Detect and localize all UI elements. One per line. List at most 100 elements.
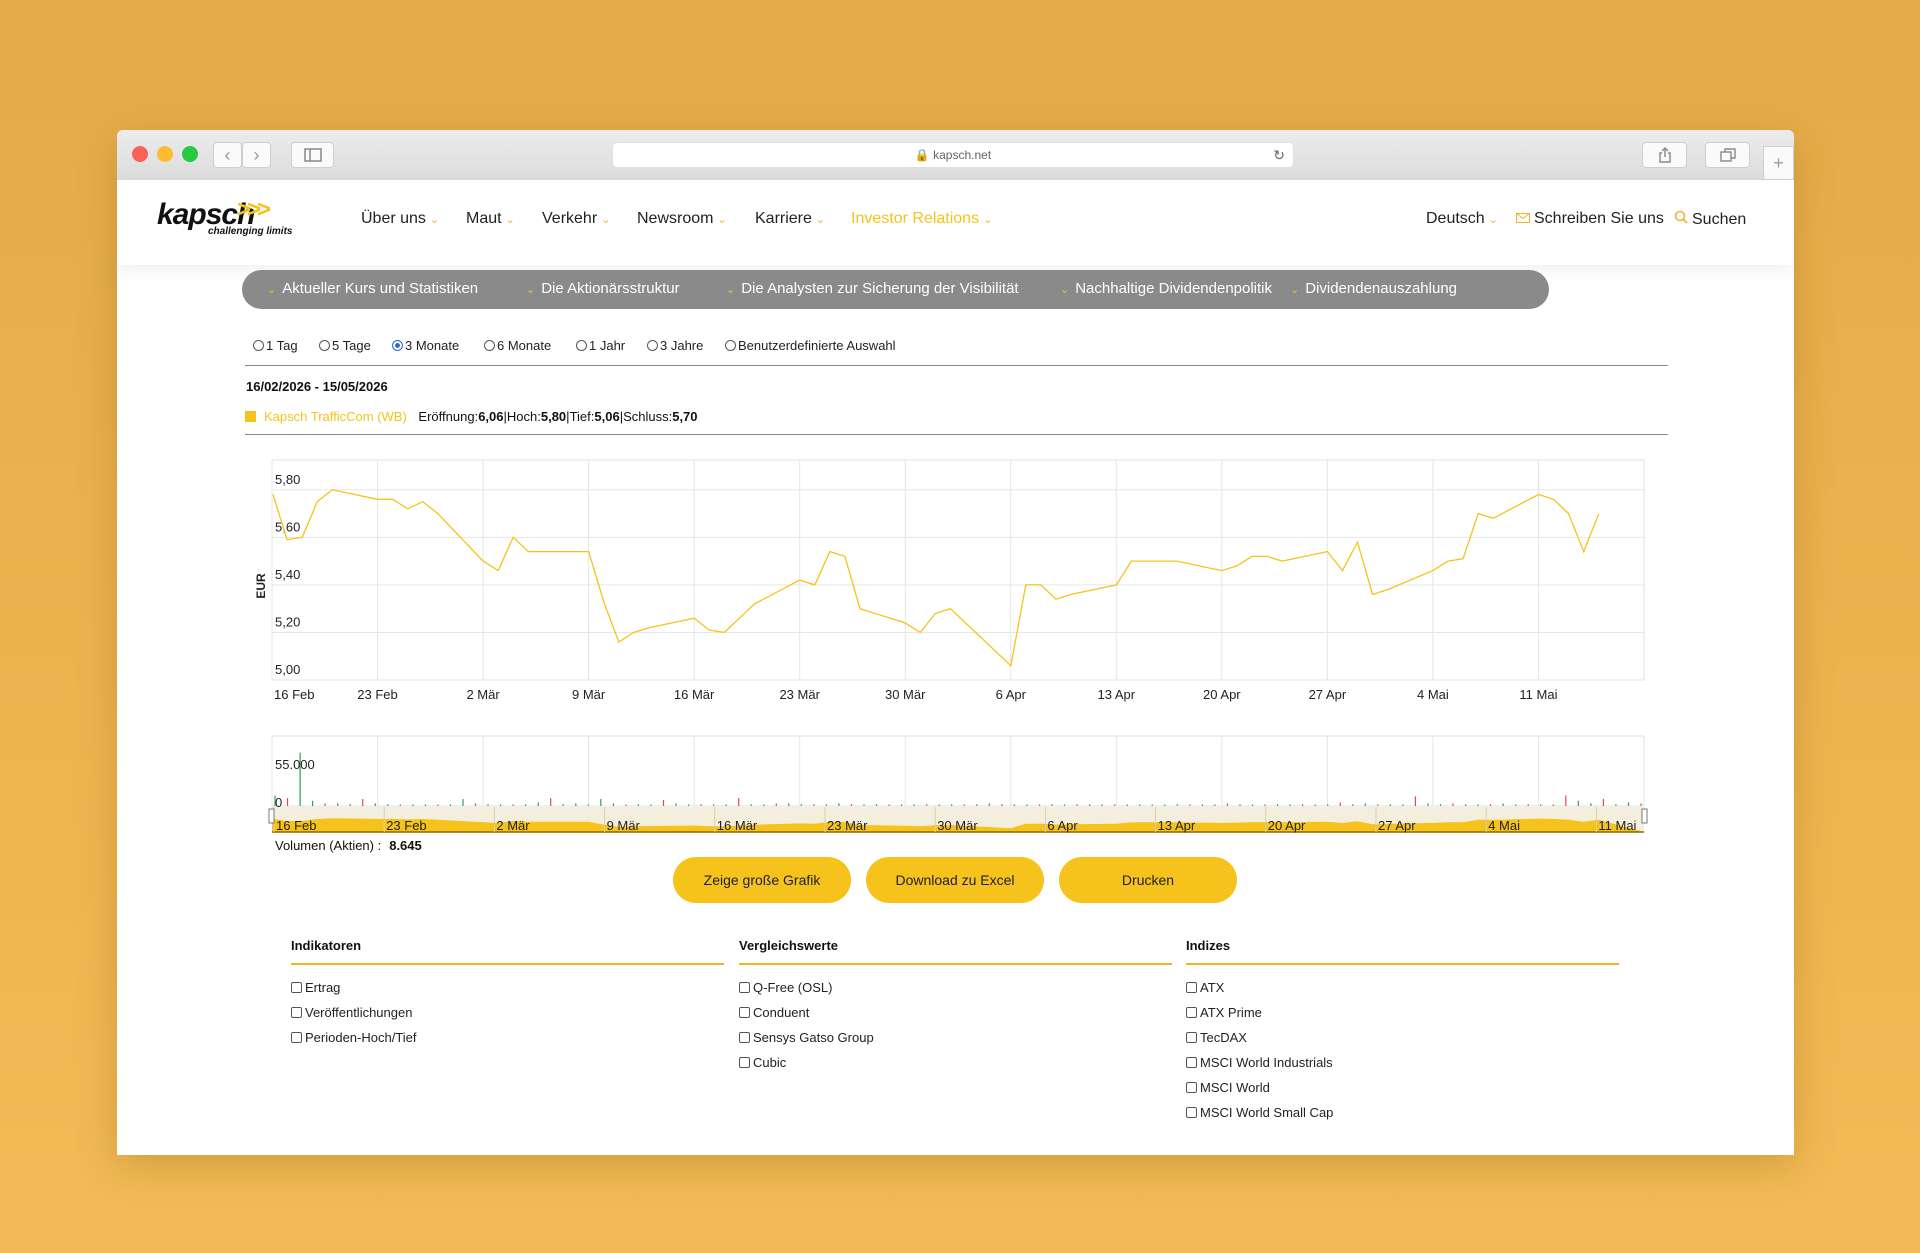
- checkbox[interactable]: [291, 1007, 302, 1019]
- checkbox[interactable]: [291, 1032, 302, 1044]
- option-label: TecDAX: [1200, 1030, 1247, 1045]
- series-color-swatch: [245, 411, 256, 422]
- minimize-window-button[interactable]: [157, 146, 173, 162]
- checkbox[interactable]: [1186, 1057, 1197, 1069]
- range-option-1-tag[interactable]: 1 Tag: [253, 338, 298, 353]
- chevron-down-icon: ⌄: [601, 214, 611, 226]
- option-perioden-hoch-tief[interactable]: Perioden-Hoch/Tief: [291, 1030, 417, 1045]
- option-cubic[interactable]: Cubic: [739, 1055, 786, 1070]
- range-option-6-monate[interactable]: 6 Monate: [484, 338, 551, 353]
- subnav-dividendenauszahlung[interactable]: ⌄ Dividendenauszahlung: [1290, 280, 1457, 297]
- language-selector[interactable]: Deutsch ⌄: [1426, 210, 1498, 228]
- subnav-label: Aktueller Kurs und Statistiken: [282, 280, 479, 297]
- address-bar[interactable]: 🔒 kapsch.net ↻: [612, 142, 1294, 168]
- search-label: Suchen: [1692, 211, 1747, 228]
- subnav-analysten[interactable]: ⌄ Die Analysten zur Sicherung der Visibil…: [726, 280, 1019, 297]
- checkbox[interactable]: [739, 1057, 750, 1069]
- nav-label: Über uns: [361, 210, 426, 227]
- option-msci-world[interactable]: MSCI World: [1186, 1080, 1270, 1095]
- checkbox[interactable]: [1186, 1007, 1197, 1019]
- option-conduent[interactable]: Conduent: [739, 1005, 809, 1020]
- radio-button[interactable]: [319, 340, 330, 352]
- nav-verkehr[interactable]: Verkehr ⌄: [542, 210, 610, 228]
- range-label: 1 Tag: [266, 338, 298, 353]
- option-msci-world-industrials[interactable]: MSCI World Industrials: [1186, 1055, 1333, 1070]
- reload-icon[interactable]: ↻: [1273, 143, 1285, 167]
- search-link[interactable]: Suchen: [1674, 210, 1746, 229]
- radio-button[interactable]: [725, 340, 736, 352]
- browser-titlebar: ‹ › 🔒 kapsch.net ↻ +: [117, 130, 1794, 181]
- tabs-overview-button[interactable]: [1705, 142, 1750, 168]
- checkbox[interactable]: [1186, 1107, 1197, 1119]
- contact-link[interactable]: Schreiben Sie uns: [1516, 210, 1664, 228]
- series-name[interactable]: Kapsch TrafficCom (WB): [264, 409, 407, 424]
- y-axis-label: EUR: [254, 573, 268, 599]
- option-msci-world-small-cap[interactable]: MSCI World Small Cap: [1186, 1105, 1333, 1120]
- panel-title-indizes: Indizes: [1186, 938, 1231, 953]
- option-veroeffentlichungen[interactable]: Veröffentlichungen: [291, 1005, 412, 1020]
- option-atx-prime[interactable]: ATX Prime: [1186, 1005, 1262, 1020]
- subnav-label: Die Aktionärsstruktur: [541, 280, 680, 297]
- zoom-window-button[interactable]: [182, 146, 198, 162]
- close-window-button[interactable]: [132, 146, 148, 162]
- subnav-dividendenpolitik[interactable]: ⌄ Nachhaltige Dividendenpolitik: [1060, 280, 1272, 297]
- option-q-free[interactable]: Q-Free (OSL): [739, 980, 832, 995]
- nav-karriere[interactable]: Karriere ⌄: [755, 210, 825, 228]
- price-xtick-label: 16 Mär: [674, 687, 715, 702]
- price-ytick-label: 5,40: [275, 567, 300, 582]
- range-option-3-monate[interactable]: 3 Monate: [392, 338, 459, 353]
- new-tab-button[interactable]: +: [1763, 146, 1794, 180]
- subnav-kurs-statistiken[interactable]: ⌄ Aktueller Kurs und Statistiken: [267, 280, 478, 297]
- quote-legend: Kapsch TrafficCom (WB) Eröffnung:6,06|Ho…: [245, 409, 698, 424]
- forward-button[interactable]: ›: [242, 142, 271, 168]
- nav-ueber-uns[interactable]: Über uns ⌄: [361, 210, 439, 228]
- radio-button[interactable]: [647, 340, 658, 352]
- low-label: Tief:: [569, 409, 595, 424]
- share-icon: [1658, 147, 1671, 163]
- share-button[interactable]: [1642, 142, 1687, 168]
- show-large-chart-button[interactable]: Zeige große Grafik: [673, 857, 851, 903]
- nav-newsroom[interactable]: Newsroom ⌄: [637, 210, 727, 228]
- option-atx[interactable]: ATX: [1186, 980, 1224, 995]
- checkbox[interactable]: [739, 1032, 750, 1044]
- price-xtick-label: 9 Mär: [572, 687, 606, 702]
- option-sensys-gatso[interactable]: Sensys Gatso Group: [739, 1030, 874, 1045]
- navigator-right-handle[interactable]: [1641, 808, 1648, 824]
- print-button[interactable]: Drucken: [1059, 857, 1237, 903]
- range-option-1-jahr[interactable]: 1 Jahr: [576, 338, 625, 353]
- chevron-down-icon: ⌄: [1488, 214, 1498, 226]
- range-option-3-jahre[interactable]: 3 Jahre: [647, 338, 703, 353]
- panel-title-indikatoren: Indikatoren: [291, 938, 362, 953]
- option-ertrag[interactable]: Ertrag: [291, 980, 340, 995]
- nav-maut[interactable]: Maut ⌄: [466, 210, 515, 228]
- nav-label: Newsroom: [637, 210, 714, 227]
- radio-button[interactable]: [484, 340, 495, 352]
- navigator-left-handle[interactable]: [268, 808, 275, 824]
- back-button[interactable]: ‹: [213, 142, 242, 168]
- date-range: 16/02/2026 - 15/05/2026: [246, 379, 388, 394]
- checkbox[interactable]: [1186, 1032, 1197, 1044]
- navigator-label: 13 Apr: [1158, 818, 1196, 833]
- price-ytick-label: 5,60: [275, 519, 300, 534]
- chevron-down-icon: ⌄: [1290, 284, 1300, 296]
- subnav-aktionaersstruktur[interactable]: ⌄ Die Aktionärsstruktur: [526, 280, 680, 297]
- download-excel-button[interactable]: Download zu Excel: [866, 857, 1044, 903]
- radio-button-selected[interactable]: [392, 340, 403, 352]
- sidebar-toggle-button[interactable]: [291, 142, 334, 168]
- lock-icon: 🔒: [914, 148, 930, 162]
- sidebar-icon: [303, 148, 322, 162]
- range-navigator[interactable]: 16 Feb 23 Feb 2 Mär 9 Mär 16 Mär 23 Mär 30 Mär…: [117, 805, 1794, 845]
- checkbox[interactable]: [1186, 1082, 1197, 1094]
- range-option-5-tage[interactable]: 5 Tage: [319, 338, 371, 353]
- radio-button[interactable]: [253, 340, 264, 352]
- nav-investor-relations[interactable]: Investor Relations ⌄: [851, 210, 992, 228]
- radio-button[interactable]: [576, 340, 587, 352]
- range-option-custom[interactable]: Benutzerdefinierte Auswahl: [725, 338, 896, 353]
- option-tecdax[interactable]: TecDAX: [1186, 1030, 1247, 1045]
- ir-subnav: ⌄ Aktueller Kurs und Statistiken ⌄ Die Akt…: [242, 270, 1549, 309]
- checkbox[interactable]: [739, 1007, 750, 1019]
- checkbox[interactable]: [739, 982, 750, 994]
- panel-divider: [1186, 963, 1619, 965]
- checkbox[interactable]: [1186, 982, 1197, 994]
- checkbox[interactable]: [291, 982, 302, 994]
